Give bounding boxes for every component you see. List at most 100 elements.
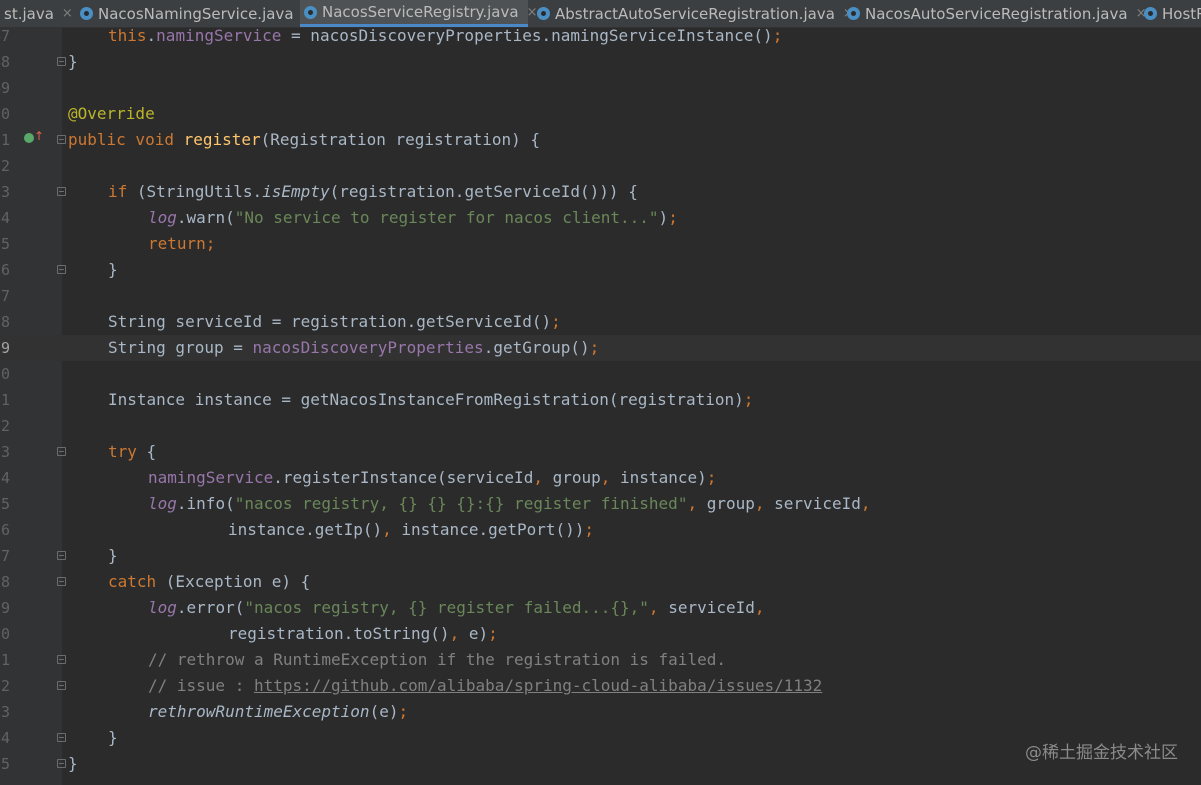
code-line[interactable]: 54 log.warn("No service to register for n… <box>0 205 1201 231</box>
java-class-icon <box>1144 7 1157 20</box>
code-token: ; <box>743 390 754 409</box>
code-text: log.info("nacos registry, {} {} {}:{} re… <box>148 491 871 517</box>
code-token: nacosDiscoveryProperties <box>252 338 484 357</box>
fold-toggle-icon[interactable] <box>57 733 66 742</box>
code-line[interactable]: 64 namingService.registerInstance(service… <box>0 465 1201 491</box>
fold-toggle-icon[interactable] <box>57 681 66 690</box>
code-line[interactable]: 55 return; <box>0 231 1201 257</box>
line-number: 62 <box>0 417 11 435</box>
fold-toggle-icon[interactable] <box>57 551 66 560</box>
java-class-icon <box>304 5 317 19</box>
fold-toggle-icon[interactable] <box>57 577 66 586</box>
code-text: return; <box>148 231 215 257</box>
code-token: instance.getIp() <box>228 520 383 539</box>
line-number: 68 <box>0 573 11 591</box>
code-line[interactable]: 66 instance.getIp(), instance.getPort()); <box>0 517 1201 543</box>
fold-toggle-icon[interactable] <box>57 655 66 664</box>
code-line[interactable]: 72 // issue : https://github.com/alibaba/… <box>0 673 1201 699</box>
code-line[interactable]: 59 String group = nacosDiscoveryPropertie… <box>0 335 1201 361</box>
fold-toggle-icon[interactable] <box>57 265 66 274</box>
code-line[interactable]: 60 <box>0 361 1201 387</box>
code-line[interactable]: 57 <box>0 283 1201 309</box>
fold-toggle-icon[interactable] <box>57 135 66 144</box>
tab-label: NacosAutoServiceRegistration.java <box>865 4 1128 23</box>
code-line[interactable]: 67} <box>0 543 1201 569</box>
fold-toggle-icon[interactable] <box>57 759 66 768</box>
line-number: 73 <box>0 703 11 721</box>
code-line[interactable]: 53 if (StringUtils.isEmpty(registration.g… <box>0 179 1201 205</box>
code-token: e) <box>468 624 489 643</box>
code-text: String serviceId = registration.getServi… <box>108 309 561 335</box>
code-token: log <box>148 208 177 227</box>
code-token: // issue : <box>148 676 254 695</box>
code-token: . <box>146 26 157 45</box>
code-line[interactable]: 56} <box>0 257 1201 283</box>
code-line[interactable]: 47 this.namingService = nacosDiscoveryPro… <box>0 23 1201 49</box>
code-text: String group = nacosDiscoveryProperties.… <box>108 335 599 361</box>
code-token: , <box>449 624 469 643</box>
tab-label: NacosNamingService.java <box>98 4 294 23</box>
line-number: 72 <box>0 677 11 695</box>
code-text: catch (Exception e) { <box>108 569 310 595</box>
code-line[interactable]: 70 registration.toString(), e); <box>0 621 1201 647</box>
code-text: if (StringUtils.isEmpty(registration.get… <box>108 179 638 205</box>
code-line[interactable]: 65 log.info("nacos registry, {} {} {}:{} … <box>0 491 1201 517</box>
code-token: , <box>754 598 765 617</box>
code-token: "nacos registry, {} register failed...{}… <box>244 598 649 617</box>
code-line[interactable]: 74} <box>0 725 1201 751</box>
code-line[interactable]: 68 catch (Exception e) { <box>0 569 1201 595</box>
code-token: instance) <box>620 468 707 487</box>
code-line[interactable]: 58 String serviceId = registration.getSer… <box>0 309 1201 335</box>
code-text: // issue : https://github.com/alibaba/sp… <box>148 673 822 699</box>
code-line[interactable]: 69 log.error("nacos registry, {} register… <box>0 595 1201 621</box>
code-token: , <box>382 520 402 539</box>
code-editor[interactable]: 47this.namingService = nacosDiscoveryPro… <box>0 26 1201 785</box>
code-line[interactable]: 75} <box>0 751 1201 777</box>
close-icon[interactable]: × <box>62 6 73 21</box>
code-token: (StringUtils. <box>136 182 263 201</box>
code-line[interactable]: 61 Instance instance = getNacosInstanceFr… <box>0 387 1201 413</box>
code-line[interactable]: 48} <box>0 49 1201 75</box>
code-line[interactable]: 73 rethrowRuntimeException(e); <box>0 699 1201 725</box>
code-token: catch <box>108 572 166 591</box>
line-number: 70 <box>0 625 11 643</box>
code-line[interactable]: 62 <box>0 413 1201 439</box>
fold-toggle-icon[interactable] <box>57 187 66 196</box>
code-token: .warn( <box>176 208 235 227</box>
line-number: 56 <box>0 261 11 279</box>
fold-toggle-icon[interactable] <box>57 447 66 456</box>
code-token: } <box>68 52 78 71</box>
code-token: instance.getPort()) <box>401 520 585 539</box>
code-token: isEmpty <box>262 182 330 201</box>
line-number: 66 <box>0 521 11 539</box>
code-line[interactable]: 50 @Override <box>0 101 1201 127</box>
code-token: rethrowRuntimeException <box>148 702 370 721</box>
tab-label: HostR <box>1162 4 1201 23</box>
code-text: public void register(Registration regist… <box>68 127 540 153</box>
code-token: (Registration registration) { <box>260 130 541 149</box>
code-token: } <box>108 728 118 747</box>
code-token: String group = <box>108 338 253 357</box>
line-number: 57 <box>0 287 11 305</box>
code-token: } <box>68 754 78 773</box>
line-number: 61 <box>0 391 11 409</box>
tab-label: AbstractAutoServiceRegistration.java <box>555 4 835 23</box>
code-text: log.error("nacos registry, {} register f… <box>148 595 765 621</box>
code-token: String serviceId = registration.getServi… <box>108 312 552 331</box>
code-line[interactable]: 71 // rethrow a RuntimeException if the r… <box>0 647 1201 673</box>
code-line[interactable]: 51 ↑ public void register(Registration reg… <box>0 127 1201 153</box>
line-number: 64 <box>0 469 11 487</box>
code-token: return; <box>148 234 216 253</box>
line-number: 53 <box>0 183 11 201</box>
code-token: (e) <box>369 702 399 721</box>
code-line[interactable]: 63 try { <box>0 439 1201 465</box>
line-number: 58 <box>0 313 11 331</box>
line-number: 48 <box>0 53 11 71</box>
code-token: "nacos registry, {} {} {}:{} register fi… <box>234 494 688 513</box>
code-token: ; <box>584 520 595 539</box>
code-token: { <box>146 442 157 461</box>
implements-icon[interactable] <box>24 133 34 143</box>
fold-toggle-icon[interactable] <box>57 57 66 66</box>
code-line[interactable]: 52 <box>0 153 1201 179</box>
code-line[interactable]: 49 <box>0 75 1201 101</box>
